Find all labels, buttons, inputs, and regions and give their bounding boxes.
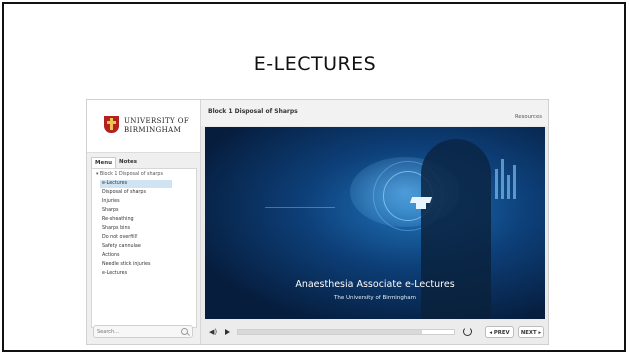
- crest-icon: [104, 116, 119, 133]
- hologram-bar: [507, 175, 510, 199]
- resources-link[interactable]: Resources: [515, 114, 542, 120]
- player-header: Block 1 Disposal of Sharps Resources: [201, 100, 548, 126]
- replay-icon[interactable]: [463, 327, 472, 336]
- search-icon[interactable]: [181, 328, 188, 335]
- play-icon[interactable]: [225, 329, 230, 335]
- person-silhouette: [421, 139, 491, 319]
- slide-subheading: The University of Birmingham: [333, 295, 417, 301]
- seek-bar[interactable]: [237, 329, 455, 335]
- volume-icon[interactable]: ◀): [209, 328, 217, 336]
- logo-line-1: UNIVERSITY OF: [124, 117, 190, 125]
- university-logo: UNIVERSITY OF BIRMINGHAM: [87, 100, 200, 153]
- menu-item-actions[interactable]: Actions: [100, 252, 172, 260]
- hologram-bar: [501, 159, 504, 199]
- menu-item-needle-stick-injuries[interactable]: Needle stick injuries: [100, 261, 172, 269]
- menu-item-sharps-bins[interactable]: Sharps bins: [100, 225, 172, 233]
- player-controls: ◀) ◂ PREV NEXT ▸: [201, 320, 548, 344]
- logo-line-2: BIRMINGHAM: [124, 126, 182, 134]
- menu-item-re-sheathing[interactable]: Re-sheathing: [100, 216, 172, 224]
- menu-item-e-lectures[interactable]: e-Lectures: [100, 180, 172, 188]
- menu-group-block-1[interactable]: ▾ Block 1 Disposal of sharps: [96, 171, 194, 179]
- menu-item-safety-cannulae[interactable]: Safety cannulae: [100, 243, 172, 251]
- sidebar: UNIVERSITY OF BIRMINGHAM Menu Notes ▾ Bl…: [87, 100, 201, 344]
- slide-heading: Anaesthesia Associate e-Lectures: [295, 279, 455, 290]
- next-button[interactable]: NEXT ▸: [518, 326, 544, 338]
- menu-item-injuries[interactable]: Injuries: [100, 198, 172, 206]
- menu-item-do-not-overfill[interactable]: Do not overfill!: [100, 234, 172, 242]
- slide-title: Block 1 Disposal of Sharps: [208, 108, 298, 115]
- page-title: E-LECTURES: [253, 53, 377, 75]
- search-input[interactable]: [97, 327, 177, 336]
- prev-button[interactable]: ◂ PREV: [485, 326, 514, 338]
- hologram-graph: [265, 167, 335, 208]
- menu-item-e-lectures-end[interactable]: e-Lectures: [100, 270, 172, 278]
- graduation-cap-icon: [411, 195, 431, 209]
- lecture-player: UNIVERSITY OF BIRMINGHAM Menu Notes ▾ Bl…: [86, 99, 549, 345]
- seek-progress: [238, 330, 422, 334]
- menu-list: ▾ Block 1 Disposal of sharps e-Lectures …: [91, 168, 197, 328]
- tab-notes[interactable]: Notes: [116, 157, 140, 168]
- hologram-bar: [495, 169, 498, 199]
- menu-item-sharps[interactable]: Sharps: [100, 207, 172, 215]
- search-box: [93, 325, 193, 338]
- hologram-bar: [513, 165, 516, 199]
- slide-image: Anaesthesia Associate e-Lectures The Uni…: [205, 127, 545, 319]
- menu-item-disposal-of-sharps[interactable]: Disposal of sharps: [100, 189, 172, 197]
